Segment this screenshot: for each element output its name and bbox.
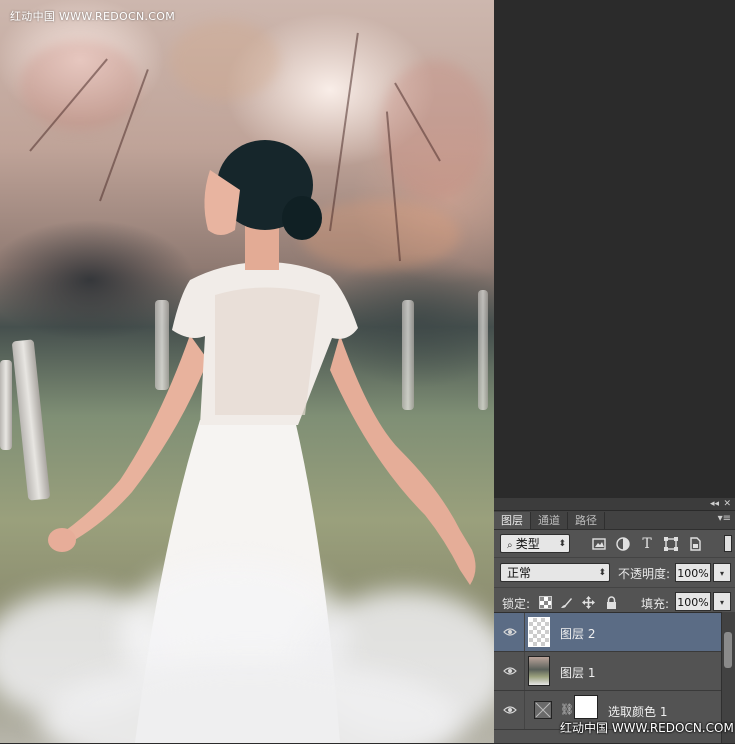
filter-toggle-switch[interactable] bbox=[724, 535, 732, 552]
layers-panel: ◂◂ ✕ 图层 通道 路径 ▾≡ ⌕ 类型 ⬍ T 正常 ⬍ 不透明度: 100… bbox=[494, 498, 735, 743]
panel-title-bar[interactable]: ◂◂ ✕ bbox=[494, 498, 735, 511]
panel-tabs: 图层 通道 路径 ▾≡ bbox=[494, 511, 735, 530]
tab-layers[interactable]: 图层 bbox=[494, 512, 531, 529]
fill-label: 填充: bbox=[641, 597, 670, 611]
blend-opacity-row: 正常 ⬍ 不透明度: 100% ▾ bbox=[494, 557, 735, 587]
collapse-panel-icon[interactable]: ◂◂ bbox=[710, 498, 719, 510]
filter-kind-dropdown[interactable]: ⌕ 类型 ⬍ bbox=[500, 534, 570, 553]
layer-name: 选取颜色 1 bbox=[608, 705, 668, 719]
eye-icon[interactable] bbox=[503, 664, 517, 678]
fill-slider-button[interactable]: ▾ bbox=[713, 592, 731, 611]
fill-field[interactable]: 100% bbox=[675, 592, 711, 611]
eye-icon[interactable] bbox=[503, 625, 517, 639]
tree-trunk bbox=[0, 360, 12, 450]
chevron-updown-icon: ⬍ bbox=[558, 539, 566, 549]
adjustment-filter-icon[interactable] bbox=[615, 536, 631, 552]
layer-thumbnail-transparent bbox=[528, 617, 550, 647]
search-icon: ⌕ bbox=[507, 540, 516, 551]
adjustment-layer-icon bbox=[534, 701, 552, 719]
blend-mode-value: 正常 bbox=[507, 566, 532, 580]
type-filter-icon[interactable]: T bbox=[639, 536, 655, 552]
lock-transparent-pixels-icon[interactable] bbox=[539, 596, 552, 609]
opacity-label: 不透明度: bbox=[618, 567, 671, 581]
opacity-slider-button[interactable]: ▾ bbox=[713, 563, 731, 582]
layer-row[interactable]: 图层 2 bbox=[494, 613, 722, 652]
blend-mode-dropdown[interactable]: 正常 ⬍ bbox=[500, 563, 610, 582]
layer-mask-thumbnail bbox=[574, 695, 598, 719]
panel-menu-icon[interactable]: ▾≡ bbox=[718, 513, 731, 524]
chevron-updown-icon: ⬍ bbox=[598, 568, 606, 578]
layer-row[interactable]: 图层 1 bbox=[494, 652, 722, 691]
layer-name: 图层 2 bbox=[560, 627, 596, 641]
shape-filter-icon[interactable] bbox=[663, 536, 679, 552]
workspace-background bbox=[494, 0, 735, 498]
watermark-text: 红动中国 WWW.REDOCN.COM bbox=[10, 10, 176, 23]
tab-channels[interactable]: 通道 bbox=[531, 512, 568, 529]
lock-image-pixels-icon[interactable] bbox=[560, 596, 573, 609]
tab-paths[interactable]: 路径 bbox=[568, 512, 605, 529]
eye-icon[interactable] bbox=[503, 703, 517, 717]
watermark-text: 红动中国 WWW.REDOCN.COM bbox=[560, 721, 734, 735]
lock-label: 锁定: bbox=[502, 597, 531, 611]
lock-all-icon[interactable] bbox=[605, 596, 618, 609]
layer-name: 图层 1 bbox=[560, 666, 596, 680]
layer-thumbnail-photo bbox=[528, 656, 550, 686]
blossom-bokeh bbox=[20, 40, 140, 130]
close-panel-icon[interactable]: ✕ bbox=[723, 498, 731, 510]
opacity-field[interactable]: 100% bbox=[675, 563, 711, 582]
smart-object-filter-icon[interactable] bbox=[687, 536, 703, 552]
image-filter-icon[interactable] bbox=[591, 536, 607, 552]
scrollbar-thumb[interactable] bbox=[724, 632, 732, 668]
image-canvas[interactable]: 红动中国 WWW.REDOCN.COM bbox=[0, 0, 494, 743]
filter-kind-label: 类型 bbox=[515, 537, 540, 551]
lock-position-icon[interactable] bbox=[582, 596, 595, 609]
link-chain-icon: ⛓ bbox=[560, 703, 574, 716]
blossom-bokeh bbox=[170, 20, 280, 100]
layer-filter-row: ⌕ 类型 ⬍ T bbox=[494, 530, 735, 557]
